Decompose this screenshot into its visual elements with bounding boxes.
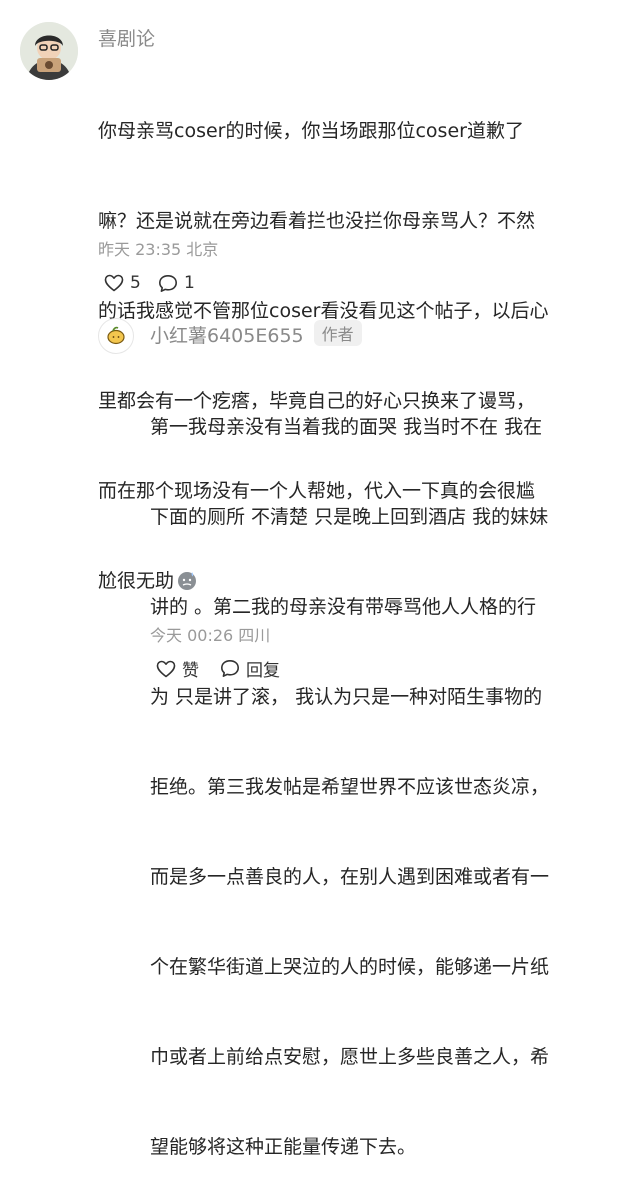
comment-username[interactable]: 喜剧论 [98,24,155,51]
author-badge: 作者 [313,320,362,346]
reply-username-row: 小红薯6405E655 作者 [150,320,362,348]
like-label: 赞 [182,661,199,681]
reply-count: 1 [184,273,195,293]
reply-text-line: 下面的厕所 不清楚 只是晚上回到酒店 我的妹妹 [150,506,549,528]
reply-text-line: 而是多一点善良的人，在别人遇到困难或者有一 [150,866,550,888]
reply-text-line: 拒绝。第三我发帖是希望世界不应该世态炎凉， [150,776,550,798]
reply-text: 第一我母亲没有当着我的面哭 我当时不在 我在 下面的厕所 不清楚 只是晚上回到酒… [150,352,549,1192]
comment-bubble-icon [159,274,177,292]
avatar[interactable] [20,22,78,80]
comment-like-button[interactable]: 5 [104,273,141,293]
reply-reply-button[interactable]: 回复 [220,656,280,681]
comment-timestamp: 昨天 23:35 北京 [98,240,219,259]
reply-label: 回复 [246,661,280,681]
comment-text-line: 你母亲骂coser的时候，你当场跟那位coser道歉了 [98,120,524,142]
potato-logo-icon [107,326,125,345]
comment-bubble-icon [221,660,239,677]
comment-text-line: 嘛？还是说就在旁边看着拦也没拦你母亲骂人？不然 [98,210,536,232]
heart-icon [156,660,176,677]
reply-text-line: 巾或者上前给点安慰，愿世上多些良善之人，希 [150,1046,550,1068]
reply-text-line: 为 只是讲了滚， 我认为只是一种对陌生事物的 [150,686,543,708]
reply-username[interactable]: 小红薯6405E655 [150,325,304,347]
comment-reply-button[interactable]: 1 [158,273,195,293]
reply-text-line: 第一我母亲没有当着我的面哭 我当时不在 我在 [150,416,543,438]
like-count: 5 [130,273,141,293]
reply-timestamp: 今天 00:26 四川 [150,626,271,645]
reply-text-line: 望能够将这种正能量传递下去。 [150,1136,417,1158]
heart-icon [104,274,124,292]
reply-like-button[interactable]: 赞 [156,656,199,681]
reply-text-line: 个在繁华街道上哭泣的人的时候，能够递一片纸 [150,956,550,978]
reply-avatar[interactable] [98,318,134,354]
avatar-photo-icon [20,22,78,80]
reply-text-line: 讲的 。第二我的母亲没有带辱骂他人人格的行 [150,596,537,618]
